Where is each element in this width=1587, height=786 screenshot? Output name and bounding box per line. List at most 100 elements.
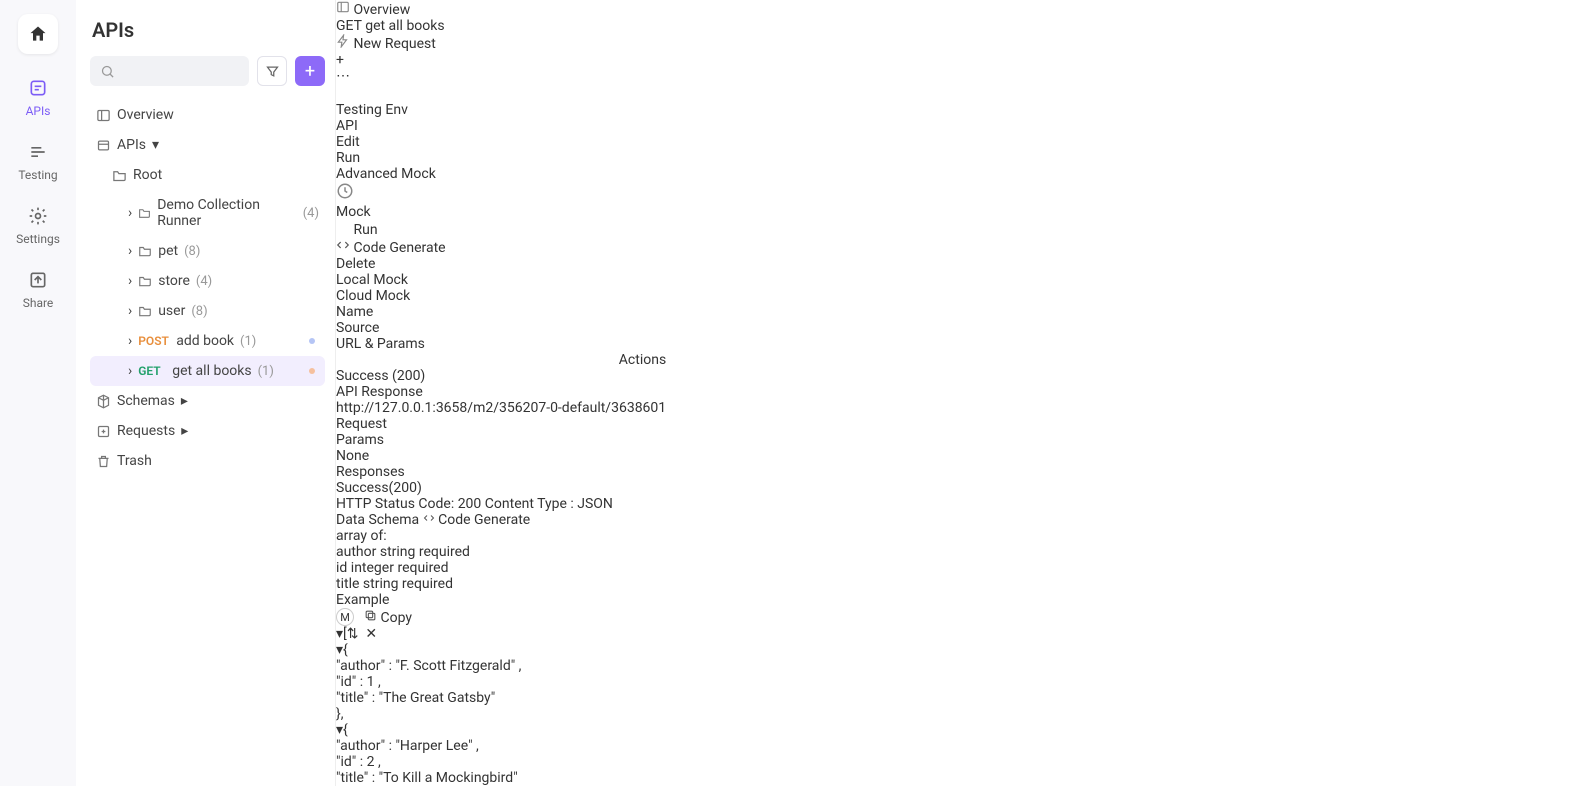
required-badge: required — [419, 544, 470, 560]
field-type: string — [363, 576, 399, 592]
tree-apis-root[interactable]: APIs ▾ — [90, 130, 325, 160]
tab-active-label: get all books — [365, 18, 444, 34]
apis-icon — [28, 78, 48, 98]
add-button[interactable]: + — [295, 56, 325, 86]
subtab-edit[interactable]: Edit — [336, 134, 666, 150]
tree-requests[interactable]: Requests ▸ — [90, 416, 325, 446]
example-column: Example M Copy ▾[⇅ ✕ ▾{ "author" : "F. — [336, 592, 666, 786]
http-status: HTTP Status Code: 200 — [336, 496, 481, 512]
testing-icon — [28, 142, 48, 162]
tree-demo-count: (4) — [303, 206, 319, 221]
tree-addbook[interactable]: › POST add book (1) — [90, 326, 325, 356]
tree-demo[interactable]: › Demo Collection Runner (4) — [90, 190, 325, 236]
tab-newreq-label: New Request — [353, 36, 435, 52]
mock-row-name: Success (200) — [336, 368, 666, 384]
home-button[interactable] — [18, 14, 58, 54]
env-select[interactable]: Testing Env — [336, 102, 666, 118]
home-icon — [28, 24, 48, 44]
cloud-mock-tab[interactable]: Cloud Mock — [336, 288, 666, 304]
params-title: Params — [336, 432, 666, 448]
local-mock-tab[interactable]: Local Mock — [336, 272, 666, 288]
response-tab-success[interactable]: Success(200) — [336, 480, 666, 496]
env-select-label: Testing Env — [336, 102, 408, 118]
nav-share-label: Share — [23, 296, 54, 310]
clock-icon — [336, 182, 354, 200]
code-generate-button[interactable]: Code Generate — [336, 238, 666, 256]
tree-pet-count: (8) — [184, 244, 200, 259]
schema-head: Data Schema — [336, 512, 419, 528]
nav-testing[interactable]: Testing — [18, 142, 57, 182]
ex-title-1: "To Kill a Mockingbird" — [379, 770, 518, 786]
example-head: Example — [336, 592, 389, 608]
example-m-button[interactable]: M — [336, 608, 354, 626]
sidebar-title: APIs — [90, 18, 325, 42]
tree-overview[interactable]: Overview — [90, 100, 325, 130]
sort-icon[interactable]: ⇅ ✕ — [347, 626, 377, 642]
folder-icon — [138, 274, 152, 288]
main-area: Overview GET get all books New Request +… — [336, 0, 666, 786]
env-badge-button[interactable] — [336, 84, 666, 102]
mock-title: Mock — [336, 204, 666, 220]
tree-user-label: user — [158, 303, 185, 319]
tab-newrequest[interactable]: New Request — [336, 34, 666, 52]
status-dot-icon — [309, 338, 315, 344]
codegen-label: Code Generate — [353, 240, 445, 256]
dots-icon: ⋯ — [336, 68, 350, 84]
caret-down-icon[interactable]: ▾ — [336, 722, 343, 738]
tree-pet-label: pet — [158, 243, 178, 259]
tree-store-count: (4) — [196, 274, 212, 289]
nav-settings[interactable]: Settings — [16, 206, 60, 246]
tree-trash[interactable]: Trash — [90, 446, 325, 476]
tree-getall[interactable]: › GET get all books (1) — [90, 356, 325, 386]
col-source: Source — [336, 320, 666, 336]
schema-column: Data Schema Code Generate array of: auth… — [336, 512, 666, 592]
tab-add-button[interactable]: + — [336, 52, 666, 68]
col-url: URL & Params — [336, 336, 666, 352]
content-scroll[interactable]: Mock Run Code Generate Delete Local Mock… — [336, 204, 666, 786]
delete-button[interactable]: Delete — [336, 256, 666, 272]
field-type: integer — [351, 560, 394, 576]
nav-share[interactable]: Share — [23, 270, 54, 310]
tree-root-folder[interactable]: Root — [90, 160, 325, 190]
tab-method-label: GET — [336, 18, 362, 34]
subtab-run[interactable]: Run — [336, 150, 666, 166]
tree-schemas-label: Schemas — [117, 393, 175, 409]
tab-getallbooks[interactable]: GET get all books — [336, 18, 666, 34]
method-get-label: GET — [138, 364, 166, 378]
caret-down-icon[interactable]: ▾ — [336, 626, 343, 642]
nav-apis[interactable]: APIs — [26, 78, 51, 118]
box-icon — [96, 138, 111, 153]
caret-down-icon[interactable]: ▾ — [336, 642, 343, 658]
bolt-icon — [336, 220, 350, 234]
tree-schemas[interactable]: Schemas ▸ — [90, 386, 325, 416]
caret-right-icon: ▸ — [181, 393, 188, 409]
folder-icon — [138, 206, 151, 220]
tab-overview[interactable]: Overview — [336, 0, 666, 18]
panel-icon — [336, 0, 350, 14]
schema-field-id: id integer required — [336, 560, 666, 576]
subtab-api[interactable]: API — [336, 118, 666, 134]
mock-row-request-link[interactable]: Request — [336, 416, 666, 432]
schema-field-title: title string required — [336, 576, 666, 592]
copy-button[interactable]: Copy — [364, 609, 412, 626]
filter-button[interactable] — [257, 56, 287, 86]
required-badge: required — [397, 560, 448, 576]
share-icon — [28, 270, 48, 290]
search-icon — [100, 64, 115, 79]
search-input[interactable] — [90, 56, 249, 86]
plus-icon: + — [305, 61, 315, 82]
tree-user[interactable]: › user (8) — [90, 296, 325, 326]
chevron-right-icon: › — [128, 273, 132, 289]
tree-store[interactable]: › store (4) — [90, 266, 325, 296]
left-nav: APIs Testing Settings Share — [0, 0, 76, 786]
tree-requests-label: Requests — [117, 423, 175, 439]
tree-trash-label: Trash — [117, 453, 152, 469]
subtab-advanced-mock[interactable]: Advanced Mock — [336, 166, 666, 182]
caret-down-icon: ▾ — [152, 137, 159, 153]
schema-codegen-button[interactable]: Code Generate — [423, 512, 531, 528]
history-button[interactable] — [336, 182, 666, 204]
tab-more-button[interactable]: ⋯ — [336, 68, 666, 84]
tree-pet[interactable]: › pet (8) — [90, 236, 325, 266]
run-button[interactable]: Run — [336, 220, 666, 238]
field-name: author — [336, 544, 376, 560]
